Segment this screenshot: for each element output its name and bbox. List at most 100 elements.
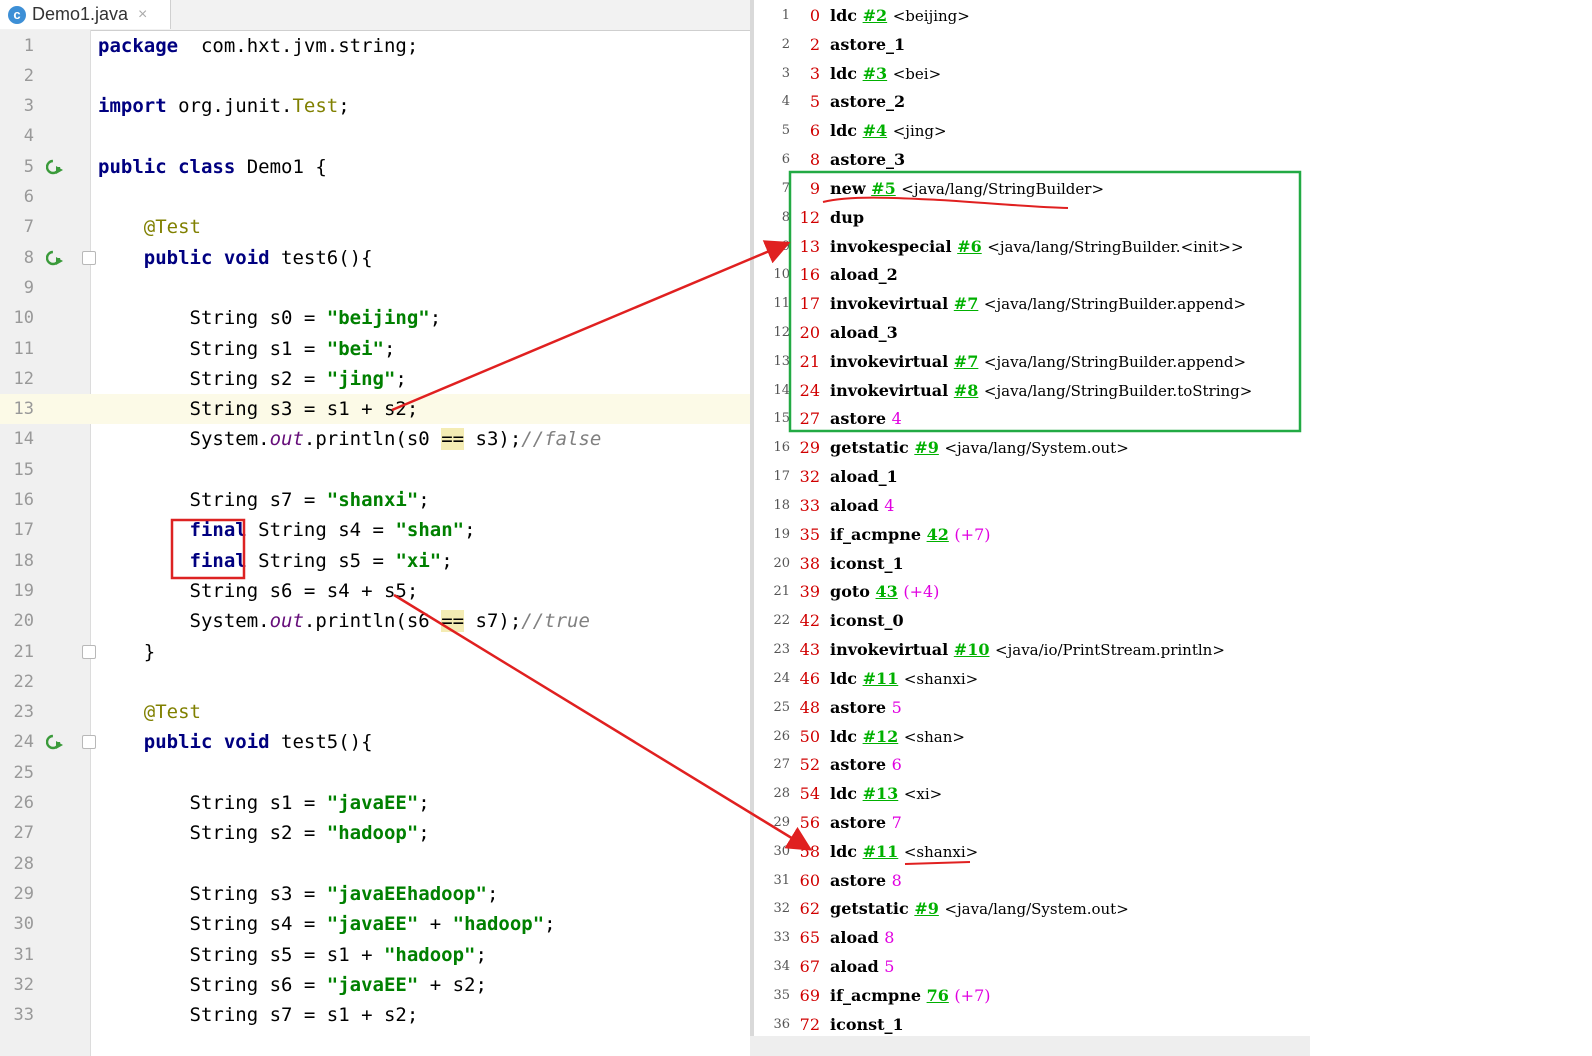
line-number: 30 (13, 914, 34, 935)
constant-pool-ref-link[interactable]: #7 (954, 352, 979, 371)
bytecode-line: 13 21 invokevirtual #7 <java/lang/StringBu… (754, 347, 1314, 376)
code-text: String s1 = "bei"; (98, 334, 396, 364)
constant-pool-ref-link[interactable]: #7 (954, 294, 979, 313)
code-line[interactable]: 18 final String s5 = "xi"; (0, 546, 765, 576)
code-line[interactable]: 29 String s3 = "javaEEhadoop"; (0, 879, 765, 909)
line-number: 9 (23, 277, 34, 298)
code-line[interactable]: 23 @Test (0, 697, 765, 727)
bytecode-offset: 13 (799, 236, 820, 256)
code-line[interactable]: 21 } (0, 637, 765, 667)
code-token: String s4 = (98, 913, 327, 936)
constant-pool-ref-link[interactable]: #4 (863, 121, 888, 140)
code-line[interactable]: 24 public void test5(){ (0, 727, 765, 757)
opcode: aload_1 (830, 467, 898, 487)
constant-pool-ref-link[interactable]: #2 (863, 6, 888, 25)
constant-pool-ref-link[interactable]: #12 (863, 727, 899, 746)
code-line[interactable]: 8 public void test6(){ (0, 243, 765, 273)
close-icon[interactable]: × (138, 6, 147, 24)
constant-pool-ref-link[interactable]: #9 (914, 438, 939, 457)
code-line[interactable]: 9 (0, 273, 765, 303)
code-line[interactable]: 19 String s6 = s4 + s5; (0, 576, 765, 606)
constant-pool-ref-link[interactable]: 76 (927, 986, 949, 1005)
bytecode-line-number: 7 (781, 180, 790, 196)
code-line[interactable]: 6 (0, 182, 765, 212)
bytecode-offset: 3 (809, 63, 820, 83)
code-line[interactable]: 27 String s2 = "hadoop"; (0, 818, 765, 848)
bytecode-instruction: goto 43 (+4) (830, 577, 939, 606)
fold-marker-icon[interactable] (82, 735, 96, 750)
code-line[interactable]: 1 package com.hxt.jvm.string; (0, 31, 765, 61)
bytecode-line-number: 24 (773, 670, 790, 686)
constant-pool-ref-link[interactable]: #5 (871, 179, 896, 198)
fold-marker-icon[interactable] (82, 644, 96, 659)
code-line[interactable]: 31 String s5 = s1 + "hadoop"; (0, 940, 765, 970)
bytecode-instruction: astore 5 (830, 693, 902, 722)
constant-pool-ref-link[interactable]: #6 (957, 237, 982, 256)
run-test-icon[interactable] (46, 734, 64, 750)
run-test-icon[interactable] (46, 250, 64, 266)
run-test-icon[interactable] (46, 159, 64, 175)
constant-pool-ref-link[interactable]: #13 (863, 784, 899, 803)
bytecode-offset: 33 (799, 495, 820, 515)
code-line[interactable]: 13 String s3 = s1 + s2; (0, 394, 765, 425)
bytecode-offset: 8 (809, 150, 820, 170)
opcode: new (830, 178, 866, 198)
code-line[interactable]: 5 public class Demo1 { (0, 152, 765, 182)
code-line[interactable]: 7 @Test (0, 212, 765, 242)
line-number: 14 (13, 429, 34, 450)
bytecode-instruction: ldc #12 <shan> (830, 722, 965, 752)
bytecode-line-number: 13 (773, 353, 790, 369)
bytecode-instruction: astore_1 (830, 30, 905, 59)
bytecode-panel[interactable]: 1 0 ldc #2 <beijing> 2 2 astore_1 3 3 ldc #3 <be… (750, 0, 1592, 1056)
opcode: astore (830, 697, 887, 717)
code-line[interactable]: 17 final String s4 = "shan"; (0, 515, 765, 545)
code-line[interactable]: 3 import org.junit.Test; (0, 91, 765, 121)
bytecode-offset: 12 (799, 207, 820, 227)
code-line[interactable]: 28 (0, 849, 765, 879)
constant-pool-ref-link[interactable]: 43 (876, 582, 898, 601)
constant-pool-ref-link[interactable]: #10 (954, 640, 990, 659)
bytecode-offset: 52 (799, 755, 820, 775)
operand-value: 6 (891, 755, 902, 775)
horizontal-scrollbar[interactable] (750, 1036, 1310, 1056)
bytecode-line: 14 24 invokevirtual #8 <java/lang/StringBu… (754, 376, 1314, 405)
constant-pool-ref-link[interactable]: #9 (914, 899, 939, 918)
bytecode-line-number: 22 (773, 613, 790, 629)
code-text: public void test5(){ (98, 727, 373, 757)
constant-pool-ref-link[interactable]: #11 (863, 669, 899, 688)
code-line[interactable]: 26 String s1 = "javaEE"; (0, 788, 765, 818)
code-line[interactable]: 30 String s4 = "javaEE" + "hadoop"; (0, 909, 765, 939)
opcode: invokespecial (830, 236, 952, 256)
code-line[interactable]: 10 String s0 = "beijing"; (0, 303, 765, 333)
constant-pool-ref-link[interactable]: #11 (863, 842, 899, 861)
bytecode-offset: 48 (799, 697, 820, 717)
line-number: 7 (23, 217, 34, 238)
code-line[interactable]: 16 String s7 = "shanxi"; (0, 485, 765, 515)
operand-value: 8 (884, 928, 895, 948)
fold-marker-icon[interactable] (82, 250, 96, 265)
bytecode-line: 16 29 getstatic #9 <java/lang/System.out> (754, 433, 1314, 462)
opcode: invokevirtual (830, 380, 949, 400)
tab-demo1-java[interactable]: c Demo1.java × (0, 0, 171, 29)
code-token: ; (338, 95, 350, 118)
operand-value: 8 (891, 870, 902, 890)
constant-pool-ref-link[interactable]: #3 (863, 64, 888, 83)
code-line[interactable]: 15 (0, 455, 765, 485)
code-line[interactable]: 11 String s1 = "bei"; (0, 334, 765, 364)
code-line[interactable]: 32 String s6 = "javaEE" + s2; (0, 970, 765, 1000)
code-line[interactable]: 22 (0, 667, 765, 697)
constant-pool-ref-link[interactable]: #8 (954, 381, 979, 400)
code-line[interactable]: 25 (0, 758, 765, 788)
code-token: s7); (464, 610, 522, 633)
code-line[interactable]: 20 System.out.println(s6 == s7);//true (0, 606, 765, 636)
code-token: s3); (464, 428, 522, 451)
code-line[interactable]: 2 (0, 61, 765, 91)
code-editor[interactable]: c Demo1.java × 1 package com.hxt.jvm.stri… (0, 0, 765, 1056)
constant-pool-ref-link[interactable]: 42 (927, 525, 949, 544)
code-line[interactable]: 4 (0, 121, 765, 151)
code-line[interactable]: 33 String s7 = s1 + s2; (0, 1000, 765, 1030)
code-line[interactable]: 14 System.out.println(s0 == s3);//false (0, 424, 765, 454)
code-line[interactable]: 12 String s2 = "jing"; (0, 364, 765, 394)
opcode: astore_3 (830, 150, 906, 170)
